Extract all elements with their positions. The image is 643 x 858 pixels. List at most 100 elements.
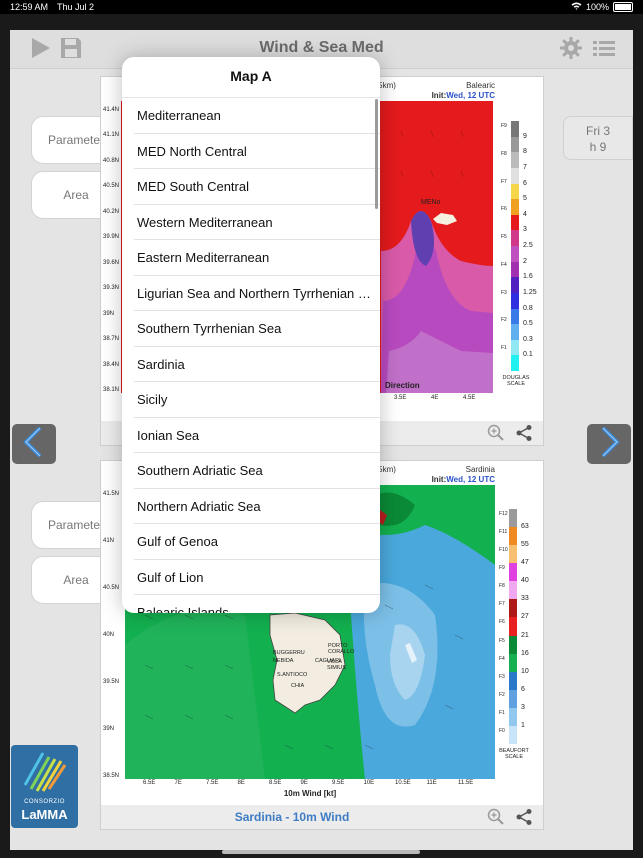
list-menu-icon[interactable] [592, 36, 616, 60]
area-list-item[interactable]: Gulf of Genoa [122, 524, 380, 560]
settings-gear-icon[interactable] [559, 36, 583, 60]
scale-code: F2 [499, 691, 505, 698]
top-map-init: Init:Wed, 12 UTC [432, 91, 495, 100]
share-icon[interactable] [515, 808, 533, 826]
scale-swatch [509, 617, 517, 636]
area-list-item[interactable]: Ionian Sea [122, 418, 380, 454]
scale-code: F5 [501, 234, 507, 241]
lon-tick: 8E [237, 780, 245, 786]
scale-value: 6 [521, 685, 525, 693]
scale-code: F12 [499, 511, 508, 517]
forecast-time-box[interactable]: Fri 3 h 9 [563, 116, 633, 160]
top-lon-tick: 3.5E [394, 395, 407, 401]
status-right: 100% [571, 2, 633, 12]
bottom-map-caption: Sardinia - 10m Wind [234, 810, 350, 824]
share-icon[interactable] [515, 424, 533, 442]
scale-value: 0.3 [523, 335, 533, 343]
bottom-init-label: Init: [431, 475, 447, 484]
scale-code: F5 [499, 637, 505, 644]
scale-title: DOUGLAS SCALE [502, 375, 530, 387]
area-list-item[interactable]: Southern Tyrrhenian Sea [122, 311, 380, 347]
lon-tick: 11E [426, 780, 437, 786]
area-list-item[interactable]: Northern Adriatic Sea [122, 489, 380, 525]
place-label: VILLA SIMIUS [327, 659, 346, 671]
lat-tick: 40.8N [103, 157, 120, 164]
scale-swatch [511, 136, 519, 153]
area-list-item[interactable]: MED North Central [122, 134, 380, 170]
scale-swatch [509, 725, 517, 744]
scale-swatch [511, 339, 519, 356]
scale-code: F9 [499, 565, 505, 572]
previous-button[interactable] [12, 424, 56, 464]
scale-swatch [511, 152, 519, 168]
lon-tick: 10E [363, 780, 375, 786]
top-place-label: MENo [421, 199, 441, 206]
lat-tick: 39.6N [103, 259, 120, 266]
lon-tick: 10.5E [395, 780, 411, 786]
area-list[interactable]: Mediterranean MED North Central MED South … [122, 97, 380, 613]
scale-swatch [511, 121, 519, 137]
scale-swatch [509, 689, 517, 708]
lon-tick: 9E [300, 780, 308, 786]
lat-tick: 39.3N [103, 285, 120, 292]
logo-lamma-text: LaMMA [21, 807, 68, 822]
scale-code: F1 [499, 709, 505, 716]
scale-value: 40 [521, 577, 529, 585]
place-label: PORTO CORALLO [328, 643, 355, 655]
scale-swatch [509, 635, 517, 654]
scale-code: F9 [501, 123, 507, 129]
scale-swatch [511, 183, 519, 200]
top-map-region: Balearic [466, 81, 495, 90]
lon-tick: 11.5E [458, 780, 474, 786]
top-lat-axis: 41.4N 41.1N 40.8N 40.5N 40.2N 39.9N 39.6N 39.3N… [103, 101, 123, 393]
zoom-in-icon[interactable] [487, 808, 505, 826]
area-list-item[interactable]: Western Mediterranean [122, 205, 380, 241]
scale-swatch [511, 230, 519, 246]
status-bar: 12:59 AM Thu Jul 2 100% [0, 0, 643, 14]
area-list-item[interactable]: Eastern Mediterranean [122, 240, 380, 276]
bottom-map-region: Sardinia [465, 465, 495, 474]
scale-value: 55 [521, 541, 529, 549]
scale-swatch [509, 653, 517, 672]
place-label: NEBIDA [273, 658, 294, 664]
lat-tick: 41.5N [103, 491, 120, 497]
area-list-item[interactable]: Gulf of Lion [122, 560, 380, 596]
status-time: 12:59 AM [10, 2, 49, 12]
bottom-map-init: Init:Wed, 12 UTC [432, 475, 495, 484]
area-list-item[interactable]: MED South Central [122, 169, 380, 205]
scale-swatch [511, 308, 519, 325]
top-color-scale: 9 8 7 6 5 4 3 2.5 2 1.6 1.25 0.8 0.5 0.3 0.1 F9 F8 F7 F6 F5… [501, 113, 541, 413]
popover-title: Map A [230, 68, 272, 84]
lat-tick: 39N [103, 310, 115, 317]
top-init-value: Wed, 12 UTC [446, 91, 495, 100]
lat-tick: 40.5N [103, 183, 120, 190]
scale-swatch [509, 599, 517, 618]
zoom-in-icon[interactable] [487, 424, 505, 442]
scale-value: 10 [521, 667, 529, 675]
lat-tick: 38.5N [103, 773, 120, 779]
lon-tick: 7.5E [206, 780, 219, 786]
scale-code: F6 [499, 619, 505, 626]
wifi-icon [571, 2, 582, 12]
area-list-item[interactable]: Balearic Islands [122, 595, 380, 613]
area-list-item[interactable]: Sicily [122, 382, 380, 418]
area-list-item[interactable]: Southern Adriatic Sea [122, 453, 380, 489]
area-list-item[interactable]: Ligurian Sea and Northern Tyrrhenian Sea [122, 276, 380, 312]
popover-scrollbar[interactable] [375, 99, 378, 209]
bottom-x-axis-label: 10m Wind [kt] [283, 789, 337, 798]
lat-tick: 39N [103, 726, 115, 732]
chevron-left-icon [20, 426, 48, 463]
scale-code: F3 [501, 289, 507, 296]
lat-tick: 41N [103, 538, 115, 544]
top-lon-axis: 3.5E 4E 4.5E [391, 395, 475, 405]
area-list-item[interactable]: Mediterranean [122, 98, 380, 134]
area-list-item[interactable]: Sardinia [122, 347, 380, 383]
scale-value: 0.1 [523, 351, 533, 359]
place-label: S.ANTIOCO [277, 672, 308, 678]
next-button[interactable] [587, 424, 631, 464]
lon-tick: 7E [174, 780, 182, 786]
scale-value: 0.8 [523, 304, 533, 312]
scale-swatch [511, 277, 519, 293]
scale-value: 5 [523, 195, 527, 203]
lat-tick: 38.1N [103, 387, 120, 393]
